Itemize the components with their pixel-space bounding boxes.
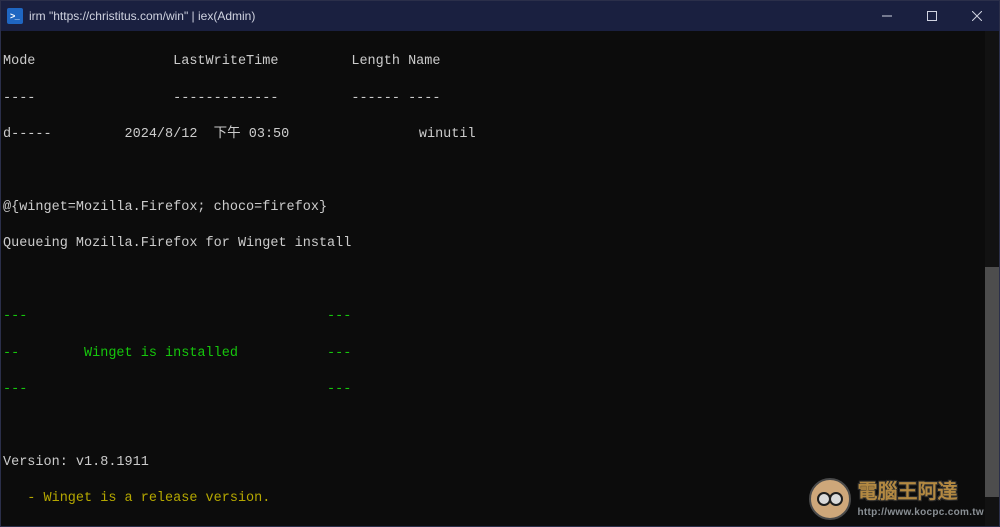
banner-winget-installed: -- Winget is installed ---: [3, 345, 999, 363]
scrollbar-thumb[interactable]: [985, 267, 999, 497]
pkg-def: @{winget=Mozilla.Firefox; choco=firefox}: [3, 199, 999, 217]
scrollbar-vertical[interactable]: [985, 31, 999, 526]
window-title: irm "https://christitus.com/win" | iex(A…: [29, 9, 255, 23]
terminal-window: >_ irm "https://christitus.com/win" | ie…: [0, 0, 1000, 527]
maximize-button[interactable]: [909, 1, 954, 31]
header-mode: Mode LastWriteTime Length Name: [3, 53, 999, 71]
titlebar[interactable]: >_ irm "https://christitus.com/win" | ie…: [1, 1, 999, 31]
blank-line: [3, 418, 999, 436]
close-button[interactable]: [954, 1, 999, 31]
queueing-line: Queueing Mozilla.Firefox for Winget inst…: [3, 235, 999, 253]
dir-row: d----- 2024/8/12 下午 03:50 winutil: [3, 126, 999, 144]
minimize-button[interactable]: [864, 1, 909, 31]
minimize-icon: [882, 11, 892, 21]
separator-line: --- ---: [3, 308, 999, 326]
version-line: Version: v1.8.1911: [3, 454, 999, 472]
header-dash: ---- ------------- ------ ----: [3, 90, 999, 108]
maximize-icon: [927, 11, 937, 21]
blank-line: [3, 163, 999, 181]
separator-line: --- ---: [3, 381, 999, 399]
blank-line: [3, 272, 999, 290]
terminal-output: Mode LastWriteTime Length Name ---- ----…: [1, 31, 999, 526]
watermark-sub: http://www.kocpc.com.tw: [857, 506, 984, 520]
close-icon: [972, 11, 982, 21]
bullet-release: - Winget is a release version.: [3, 490, 999, 508]
titlebar-left: >_ irm "https://christitus.com/win" | ie…: [1, 8, 255, 24]
window-controls: [864, 1, 999, 31]
powershell-icon: >_: [7, 8, 23, 24]
